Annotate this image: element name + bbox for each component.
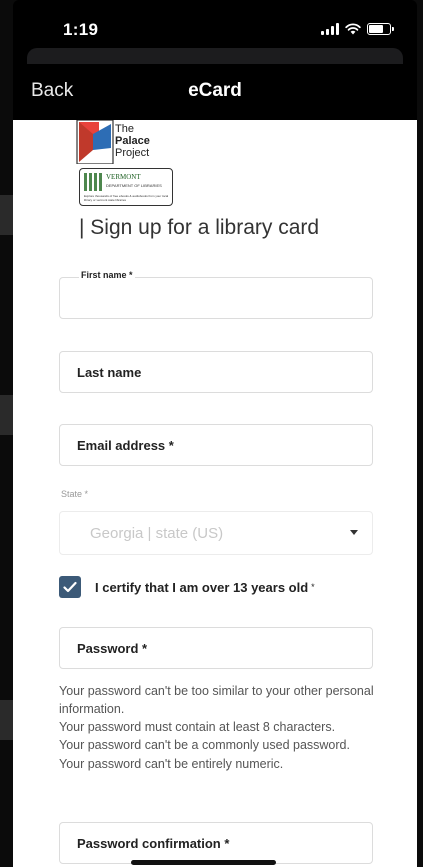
status-icons: [321, 23, 394, 35]
password-help-line: Your password can't be entirely numeric.: [59, 756, 284, 771]
password-help-line: Your password can't be too similar to yo…: [59, 684, 374, 717]
logo-line2: Palace: [115, 135, 150, 147]
vermont-label: VERMONT: [106, 173, 141, 181]
password-field[interactable]: Password *: [59, 627, 373, 669]
page-heading: | Sign up for a library card: [79, 216, 320, 239]
password-confirmation-label: Password confirmation *: [77, 836, 230, 851]
signup-form: The Palace Project VERMONT DEPARTMENT OF…: [13, 120, 417, 867]
home-indicator: [131, 860, 276, 865]
email-field[interactable]: Email address *: [59, 424, 373, 466]
certify-required-mark: *: [311, 582, 315, 592]
logo-line3: Project: [115, 147, 150, 159]
phone-window: 1:19 Back eCard The Palace Project VERMO…: [13, 0, 417, 867]
status-time: 1:19: [63, 20, 99, 39]
status-bar: 1:19: [13, 0, 417, 52]
vermont-badge: VERMONT DEPARTMENT OF LIBRARIES Explore …: [79, 168, 173, 206]
wifi-icon: [345, 23, 361, 35]
state-value: Georgia | state (US): [90, 525, 224, 542]
first-name-label: First name *: [79, 270, 135, 280]
vermont-sub: DEPARTMENT OF LIBRARIES: [106, 183, 162, 188]
email-label: Email address *: [77, 438, 174, 453]
caret-down-icon: [350, 530, 358, 535]
password-confirmation-field[interactable]: Password confirmation *: [59, 822, 373, 864]
state-select[interactable]: Georgia | state (US): [59, 511, 373, 555]
qr-code-icon: [84, 173, 102, 191]
backdrop-strip: [0, 195, 14, 235]
battery-icon: [367, 23, 394, 35]
state-label: State *: [61, 489, 89, 499]
certify-label: I certify that I am over 13 years old: [95, 579, 309, 595]
signal-icon: [321, 23, 339, 35]
password-help-line: Your password must contain at least 8 ch…: [59, 720, 336, 735]
palace-logo-mark-icon: [76, 120, 114, 164]
backdrop-strip: [0, 395, 14, 435]
nav-bar: Back eCard: [13, 64, 417, 120]
backdrop-strip: [0, 700, 14, 740]
logo-line1: The: [115, 123, 134, 135]
certify-row: I certify that I am over 13 years old *: [59, 575, 315, 599]
last-name-label: Last name: [77, 365, 142, 380]
password-help-line: Your password can't be a commonly used p…: [59, 738, 350, 753]
password-help: Your password can't be too similar to yo…: [59, 682, 379, 773]
nav-title: eCard: [188, 80, 242, 101]
checkmark-icon: [63, 581, 77, 593]
password-label: Password *: [77, 641, 148, 656]
first-name-field[interactable]: [59, 277, 373, 319]
vermont-fine-print: Explore thousands of free ebooks & audio…: [84, 194, 169, 202]
palace-project-logo: The Palace Project VERMONT DEPARTMENT OF…: [73, 120, 185, 208]
certify-checkbox[interactable]: [59, 576, 81, 598]
last-name-field[interactable]: Last name: [59, 351, 373, 393]
